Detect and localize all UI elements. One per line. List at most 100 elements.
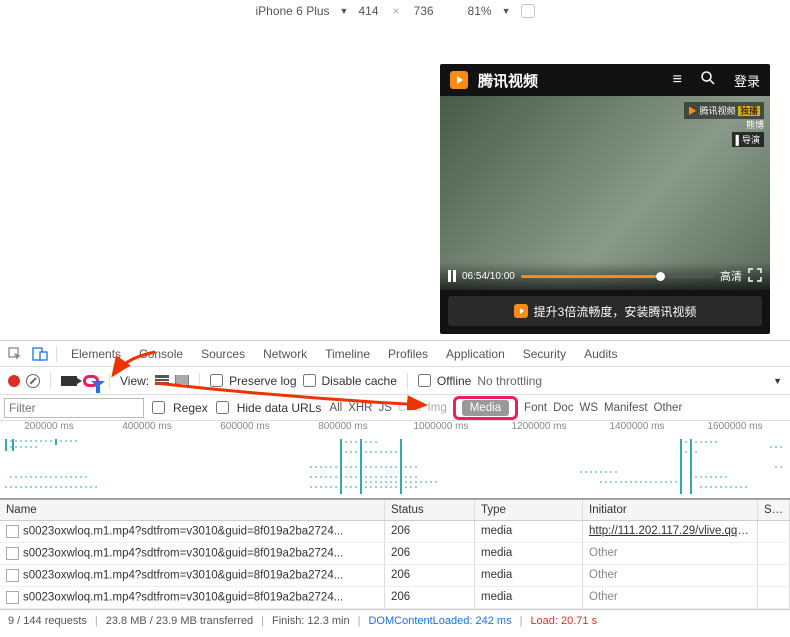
load-time: Load: 20.71 s <box>530 615 597 627</box>
video-controls: 06:54/10:00 高清 <box>440 262 770 290</box>
regex-label: Regex <box>173 401 208 415</box>
tab-console[interactable]: Console <box>131 343 191 365</box>
preserve-log-checkbox[interactable] <box>210 374 223 387</box>
offline-label: Offline <box>437 374 471 388</box>
pause-button[interactable] <box>448 270 456 282</box>
column-type[interactable]: Type <box>475 500 583 520</box>
view-small-icon[interactable] <box>175 374 189 388</box>
record-button[interactable] <box>8 375 20 387</box>
devtools-tabs: Elements Console Sources Network Timelin… <box>0 341 790 367</box>
table-row[interactable]: s0023oxwloq.m1.mp4?sdtfrom=v3010&guid=8f… <box>0 565 790 587</box>
disable-cache-label: Disable cache <box>322 374 397 388</box>
column-name[interactable]: Name <box>0 500 385 520</box>
status-bar: 9 / 144 requests | 23.8 MB / 23.9 MB tra… <box>0 609 790 631</box>
fullscreen-icon[interactable] <box>748 268 762 285</box>
inspect-element-icon[interactable] <box>8 347 22 361</box>
install-banner[interactable]: 提升3倍流畅度，安装腾讯视频 <box>448 296 762 326</box>
dropdown-arrow-icon[interactable]: ▼ <box>340 6 349 16</box>
column-size[interactable]: Size <box>758 500 790 520</box>
phone-screen: 腾讯视频 ≡ 登录 ▶ 腾讯视频 独播 熊博 ▌导演 06:54/10:00 高… <box>440 64 770 334</box>
dropdown-arrow-icon[interactable]: ▼ <box>502 6 511 16</box>
filter-type-css[interactable]: CSS <box>398 402 422 414</box>
table-row[interactable]: s0023oxwloq.m1.mp4?sdtfrom=v3010&guid=8f… <box>0 587 790 609</box>
search-icon[interactable] <box>700 70 716 91</box>
tab-profiles[interactable]: Profiles <box>380 343 436 365</box>
device-toggle-icon[interactable] <box>32 347 46 361</box>
timeline-tick: 600000 ms <box>196 421 294 437</box>
preserve-log-label: Preserve log <box>229 374 296 388</box>
regex-checkbox[interactable] <box>152 401 165 414</box>
dropdown-arrow-icon[interactable]: ▼ <box>773 376 782 386</box>
filter-input[interactable] <box>4 398 144 418</box>
viewport-height[interactable]: 736 <box>414 4 434 18</box>
tab-network[interactable]: Network <box>255 343 315 365</box>
offline-checkbox[interactable] <box>418 374 431 387</box>
filter-type-ws[interactable]: WS <box>580 402 599 414</box>
network-toolbar: View: Preserve log Disable cache Offline… <box>0 367 790 395</box>
row-checkbox-icon[interactable] <box>6 569 19 582</box>
network-table: Name Status Type Initiator Size s0023oxw… <box>0 499 790 609</box>
filter-type-font[interactable]: Font <box>524 402 547 414</box>
disable-cache-checkbox[interactable] <box>303 374 316 387</box>
emulated-viewport: 腾讯视频 ≡ 登录 ▶ 腾讯视频 独播 熊博 ▌导演 06:54/10:00 高… <box>0 22 790 340</box>
view-large-icon[interactable] <box>155 374 169 388</box>
view-label: View: <box>120 374 149 388</box>
hide-data-urls-label: Hide data URLs <box>237 401 322 415</box>
video-time: 06:54/10:00 <box>462 271 515 282</box>
quality-button[interactable]: 高清 <box>720 268 742 284</box>
tencent-logo-icon[interactable] <box>450 71 468 89</box>
throttling-select[interactable]: No throttling <box>477 374 542 388</box>
timeline-tick: 1200000 ms <box>490 421 588 437</box>
rotate-icon[interactable] <box>521 4 535 18</box>
column-initiator[interactable]: Initiator <box>583 500 758 520</box>
tab-security[interactable]: Security <box>515 343 574 365</box>
zoom-level[interactable]: 81% <box>468 4 492 18</box>
app-title: 腾讯视频 <box>478 70 655 91</box>
table-row[interactable]: s0023oxwloq.m1.mp4?sdtfrom=v3010&guid=8f… <box>0 543 790 565</box>
tab-timeline[interactable]: Timeline <box>317 343 378 365</box>
device-toolbar: iPhone 6 Plus ▼ 414 × 736 81% ▼ <box>0 0 790 22</box>
filter-type-other[interactable]: Other <box>654 402 683 414</box>
menu-icon[interactable]: ≡ <box>673 71 682 89</box>
clear-button[interactable] <box>26 374 40 388</box>
filter-type-img[interactable]: Img <box>428 402 447 414</box>
finish-time: Finish: 12.3 min <box>272 615 350 627</box>
timeline-tick: 800000 ms <box>294 421 392 437</box>
timeline-tick: 1000000 ms <box>392 421 490 437</box>
viewport-width[interactable]: 414 <box>358 4 378 18</box>
capture-screenshot-icon[interactable] <box>61 376 77 386</box>
table-header: Name Status Type Initiator Size <box>0 500 790 521</box>
login-button[interactable]: 登录 <box>734 71 760 90</box>
row-checkbox-icon[interactable] <box>6 525 19 538</box>
requests-count: 9 / 144 requests <box>8 615 87 627</box>
devtools-panel: Elements Console Sources Network Timelin… <box>0 340 790 631</box>
filter-bar: Regex Hide data URLs All XHR JS CSS Img … <box>0 395 790 421</box>
app-header: 腾讯视频 ≡ 登录 <box>440 64 770 96</box>
filter-type-doc[interactable]: Doc <box>553 402 573 414</box>
hide-data-urls-checkbox[interactable] <box>216 401 229 414</box>
domcontentloaded-time: DOMContentLoaded: 242 ms <box>368 615 511 627</box>
tab-sources[interactable]: Sources <box>193 343 253 365</box>
dimension-separator: × <box>393 4 400 18</box>
progress-bar[interactable] <box>521 275 714 278</box>
filter-type-manifest[interactable]: Manifest <box>604 402 647 414</box>
timeline-tick: 200000 ms <box>0 421 98 437</box>
table-row[interactable]: s0023oxwloq.m1.mp4?sdtfrom=v3010&guid=8f… <box>0 521 790 543</box>
tab-audits[interactable]: Audits <box>576 343 625 365</box>
tab-elements[interactable]: Elements <box>63 343 129 365</box>
filter-type-js[interactable]: JS <box>378 402 391 414</box>
video-caption: 熊博 <box>746 118 764 131</box>
filter-type-xhr[interactable]: XHR <box>348 402 372 414</box>
brand-badge: ▶ 腾讯视频 独播 <box>684 102 764 119</box>
tab-application[interactable]: Application <box>438 343 513 365</box>
row-checkbox-icon[interactable] <box>6 591 19 604</box>
video-player[interactable]: ▶ 腾讯视频 独播 熊博 ▌导演 06:54/10:00 高清 <box>440 96 770 290</box>
filter-type-all[interactable]: All <box>329 402 342 414</box>
filter-type-media[interactable]: Media <box>462 400 509 416</box>
banner-text: 提升3倍流畅度，安装腾讯视频 <box>534 303 697 320</box>
column-status[interactable]: Status <box>385 500 475 520</box>
timeline-overview[interactable]: 200000 ms 400000 ms 600000 ms 800000 ms … <box>0 421 790 499</box>
timeline-tick: 400000 ms <box>98 421 196 437</box>
row-checkbox-icon[interactable] <box>6 547 19 560</box>
device-select[interactable]: iPhone 6 Plus <box>255 4 329 18</box>
